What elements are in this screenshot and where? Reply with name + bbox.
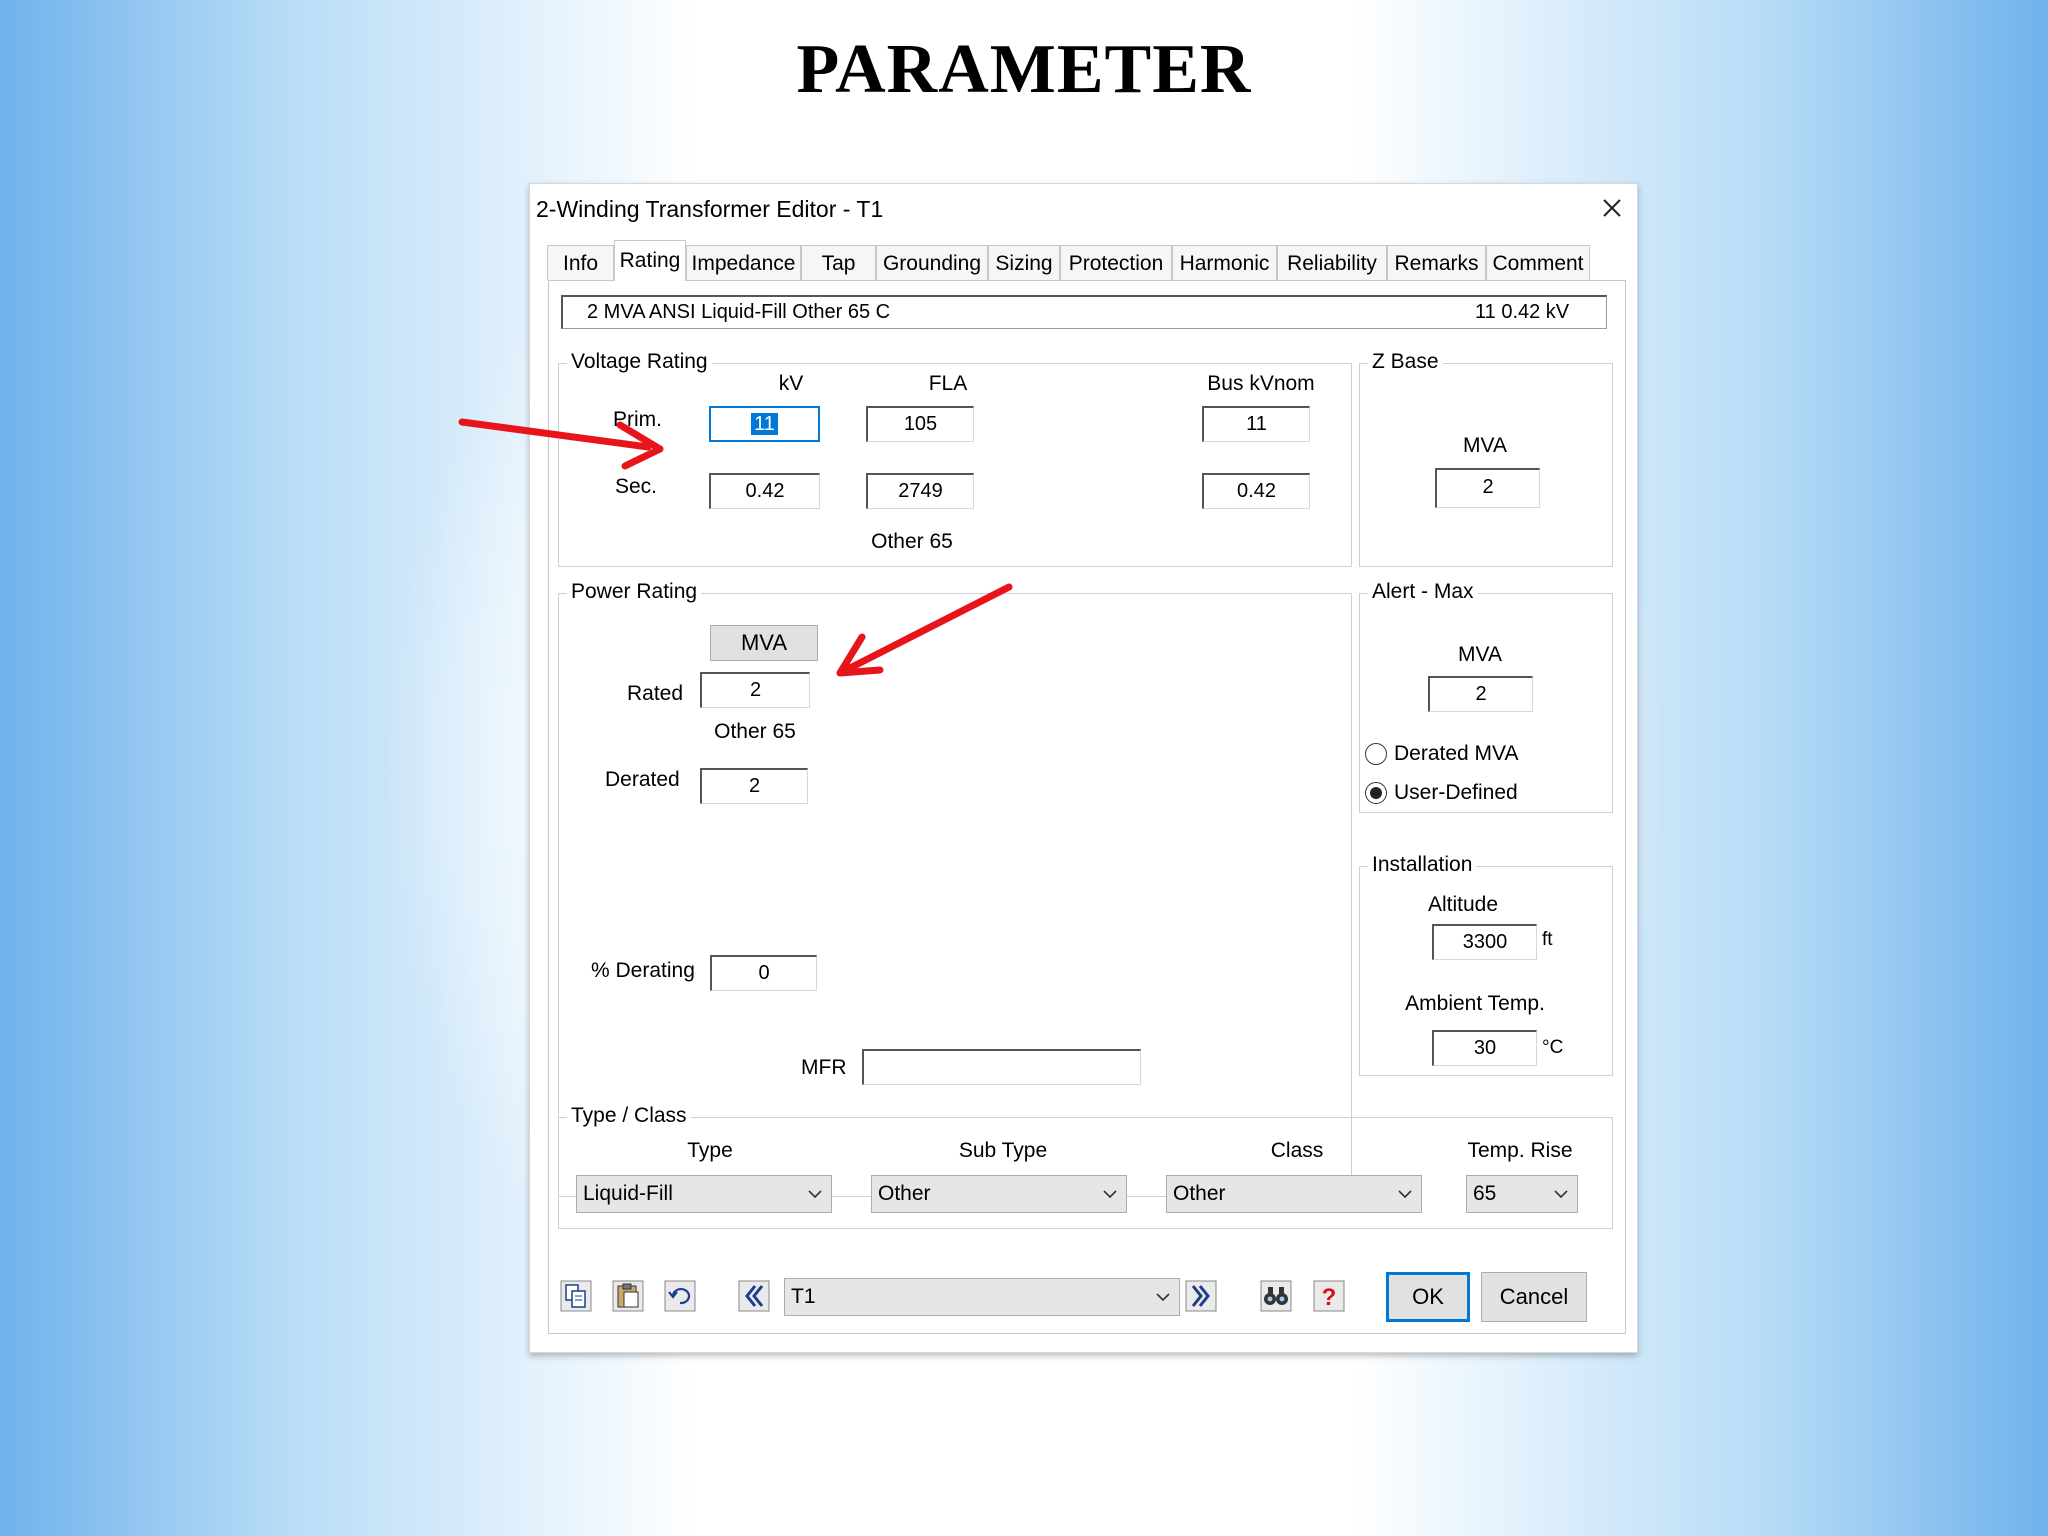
power-type-note: Other 65 <box>714 720 796 743</box>
element-select[interactable]: T1 <box>784 1278 1180 1316</box>
chevron-down-icon <box>1398 1190 1412 1199</box>
ambient-temp-input[interactable]: 30 <box>1432 1030 1537 1066</box>
installation-legend: Installation <box>1368 853 1477 877</box>
derating-label: % Derating <box>591 959 695 982</box>
tab-sizing[interactable]: Sizing <box>988 245 1060 280</box>
element-select-value: T1 <box>791 1285 816 1308</box>
ambient-temp-label: Ambient Temp. <box>1405 992 1545 1015</box>
help-icon[interactable]: ? <box>1313 1280 1345 1312</box>
derated-label: Derated <box>605 768 680 791</box>
temp-rise-select-value: 65 <box>1473 1182 1497 1205</box>
chevron-down-icon <box>1156 1293 1170 1302</box>
derated-mva-input[interactable]: 2 <box>700 768 808 804</box>
altitude-input[interactable]: 3300 <box>1432 924 1537 960</box>
subtype-label: Sub Type <box>958 1139 1048 1162</box>
user-defined-radio-label[interactable]: User-Defined <box>1394 781 1518 805</box>
tab-protection[interactable]: Protection <box>1060 245 1172 280</box>
prim-bus-kvnom-input[interactable]: 11 <box>1202 406 1310 442</box>
find-binoculars-icon[interactable] <box>1260 1280 1292 1312</box>
voltage-rating-legend: Voltage Rating <box>567 350 712 374</box>
user-defined-radio[interactable] <box>1365 782 1387 804</box>
prim-label: Prim. <box>613 408 662 431</box>
class-select-value: Other <box>1173 1182 1226 1205</box>
type-class-legend: Type / Class <box>567 1104 691 1128</box>
subtype-select[interactable]: Other <box>871 1175 1127 1213</box>
sec-kv-input[interactable]: 0.42 <box>709 473 820 509</box>
tab-comment[interactable]: Comment <box>1486 245 1590 280</box>
type-label: Type <box>687 1139 733 1162</box>
window-title: 2-Winding Transformer Editor - T1 <box>536 196 884 222</box>
mva-unit-button[interactable]: MVA <box>710 625 818 661</box>
alert-max-unit: MVA <box>1458 643 1502 666</box>
ambient-temp-unit: °C <box>1542 1037 1564 1058</box>
svg-text:?: ? <box>1322 1284 1337 1311</box>
tab-rating[interactable]: Rating <box>614 240 686 281</box>
derating-percent-input[interactable]: 0 <box>710 955 817 991</box>
mfr-label: MFR <box>801 1056 847 1079</box>
derated-mva-radio-label[interactable]: Derated MVA <box>1394 742 1519 766</box>
tab-reliability[interactable]: Reliability <box>1277 245 1387 280</box>
z-base-unit: MVA <box>1463 434 1507 457</box>
mfr-input[interactable] <box>862 1049 1141 1085</box>
chevron-down-icon <box>1103 1190 1117 1199</box>
sec-label: Sec. <box>615 475 658 498</box>
class-select[interactable]: Other <box>1166 1175 1422 1213</box>
chevron-down-icon <box>1554 1190 1568 1199</box>
ok-button[interactable]: OK <box>1386 1272 1470 1322</box>
alert-max-mva-input[interactable]: 2 <box>1428 676 1533 712</box>
power-rating-legend: Power Rating <box>567 580 702 604</box>
tab-grounding[interactable]: Grounding <box>876 245 988 280</box>
previous-icon[interactable] <box>738 1280 770 1312</box>
next-icon[interactable] <box>1185 1280 1217 1312</box>
copy-icon[interactable] <box>560 1280 592 1312</box>
slide-title: PARAMETER <box>796 31 1252 108</box>
tab-tap[interactable]: Tap <box>801 245 876 280</box>
bus-kvnom-column-header: Bus kVnom <box>1207 372 1315 395</box>
tab-info[interactable]: Info <box>547 245 614 280</box>
tab-impedance[interactable]: Impedance <box>686 245 801 280</box>
altitude-label: Altitude <box>1427 893 1499 916</box>
temp-rise-select[interactable]: 65 <box>1466 1175 1578 1213</box>
tab-harmonic[interactable]: Harmonic <box>1172 245 1277 280</box>
class-label: Class <box>1270 1139 1324 1162</box>
z-base-mva-input[interactable]: 2 <box>1435 468 1540 508</box>
temp-rise-label: Temp. Rise <box>1467 1139 1573 1162</box>
rated-mva-input[interactable]: 2 <box>700 672 810 708</box>
z-base-group: Z Base <box>1359 350 1613 567</box>
cancel-button[interactable]: Cancel <box>1481 1272 1587 1322</box>
tab-remarks[interactable]: Remarks <box>1387 245 1486 280</box>
type-select-value: Liquid-Fill <box>583 1182 673 1205</box>
paste-icon[interactable] <box>612 1280 644 1312</box>
type-select[interactable]: Liquid-Fill <box>576 1175 832 1213</box>
summary-bar: 2 MVA ANSI Liquid-Fill Other 65 C 11 0.4… <box>561 295 1607 329</box>
undo-icon[interactable] <box>664 1280 696 1312</box>
altitude-unit: ft <box>1542 929 1553 950</box>
sec-bus-kvnom-input[interactable]: 0.42 <box>1202 473 1310 509</box>
transformer-editor-dialog: 2-Winding Transformer Editor - T1 Info R… <box>529 183 1638 1353</box>
z-base-legend: Z Base <box>1368 350 1443 374</box>
derated-mva-radio[interactable] <box>1365 743 1387 765</box>
kv-column-header: kV <box>778 372 804 395</box>
summary-kv: 11 0.42 kV <box>1475 301 1570 323</box>
alert-max-legend: Alert - Max <box>1368 580 1478 604</box>
close-icon[interactable] <box>1595 191 1629 225</box>
prim-kv-input[interactable]: 11 <box>709 406 820 442</box>
prim-fla-input[interactable]: 105 <box>866 406 974 442</box>
rated-label: Rated <box>627 682 684 705</box>
sec-fla-input[interactable]: 2749 <box>866 473 974 509</box>
chevron-down-icon <box>808 1190 822 1199</box>
subtype-select-value: Other <box>878 1182 931 1205</box>
fla-column-header: FLA <box>928 372 968 395</box>
summary-text: 2 MVA ANSI Liquid-Fill Other 65 C <box>587 301 891 323</box>
voltage-type-note: Other 65 <box>871 530 953 553</box>
